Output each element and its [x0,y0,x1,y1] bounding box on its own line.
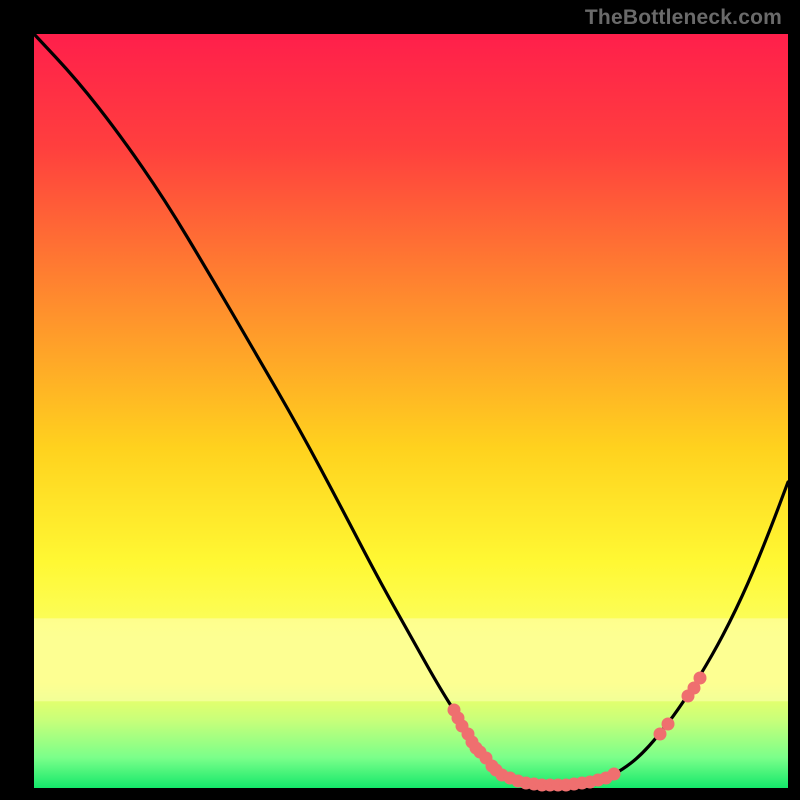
data-marker [662,718,675,731]
highlight-band [34,618,788,701]
data-marker [694,672,707,685]
data-marker [608,768,621,781]
chart-container: TheBottleneck.com [0,0,800,800]
bottleneck-curve-chart [0,0,800,800]
